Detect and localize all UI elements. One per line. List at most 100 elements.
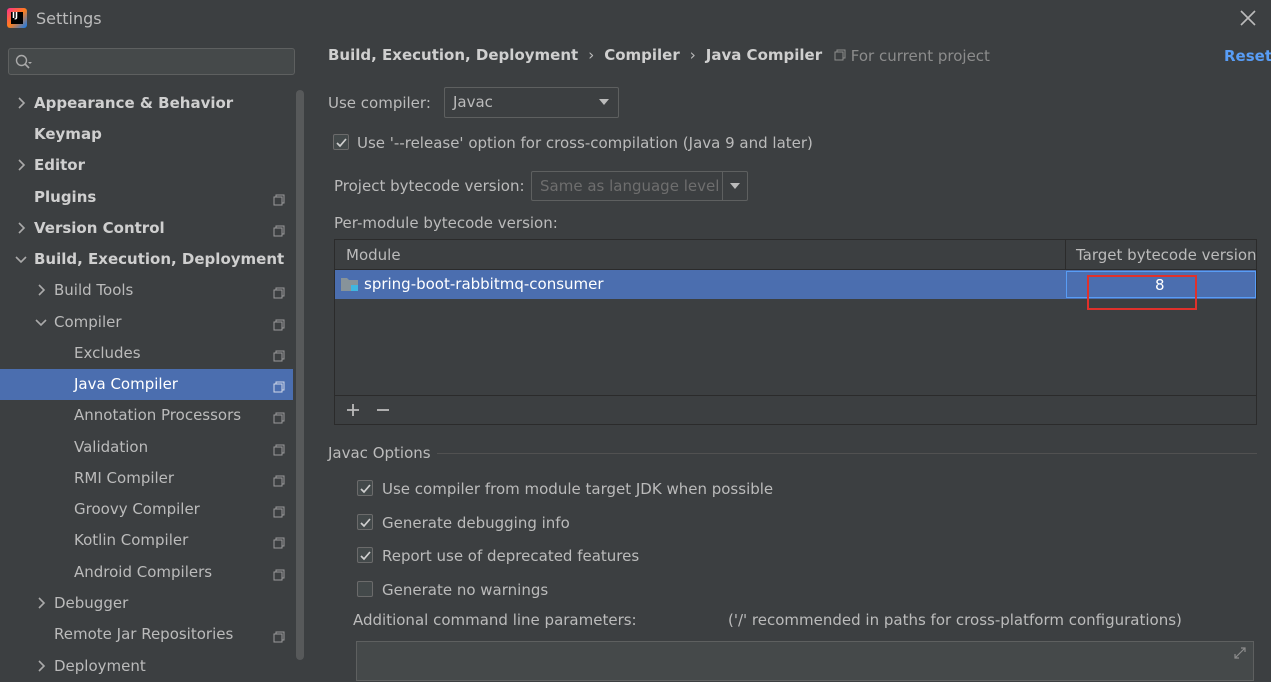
sidebar-item-editor[interactable]: Editor: [0, 150, 293, 181]
use-compiler-select[interactable]: Javac: [444, 87, 619, 118]
use-compiler-value: Javac: [453, 93, 493, 111]
sidebar-item-label: Editor: [34, 156, 85, 174]
additional-params-label: Additional command line parameters:: [353, 611, 637, 629]
sidebar-scrollbar[interactable]: [293, 88, 307, 662]
sidebar-item-label: Java Compiler: [74, 375, 178, 393]
chevron-right-icon[interactable]: [16, 221, 28, 235]
breadcrumb-separator: ›: [689, 46, 696, 64]
project-scope-icon: [273, 379, 285, 393]
column-header-label: Module: [346, 246, 401, 264]
sidebar-item-remote-jar-repositories[interactable]: Remote Jar Repositories: [0, 619, 293, 650]
scope-label: For current project: [850, 47, 990, 65]
sidebar-item-label: Android Compilers: [74, 563, 213, 581]
breadcrumb-item[interactable]: Build, Execution, Deployment: [328, 46, 578, 64]
javac-options-title: Javac Options: [328, 444, 431, 462]
sidebar-item-excludes[interactable]: Excludes: [0, 338, 293, 369]
chevron-right-icon[interactable]: [16, 158, 28, 172]
no-warnings-label[interactable]: Generate no warnings: [382, 581, 548, 599]
project-bytecode-select[interactable]: Same as language level: [531, 171, 748, 201]
sidebar-item-label: RMI Compiler: [74, 469, 175, 487]
sidebar-item-debugger[interactable]: Debugger: [0, 588, 293, 619]
chevron-down-icon[interactable]: [14, 252, 27, 266]
project-scope-icon: [273, 410, 285, 424]
reset-link[interactable]: Reset: [1224, 47, 1271, 65]
sidebar-item-annotation-processors[interactable]: Annotation Processors: [0, 400, 293, 431]
release-option-checkbox[interactable]: [333, 134, 349, 150]
expand-icon[interactable]: [1233, 646, 1247, 664]
additional-params-input[interactable]: [356, 641, 1254, 681]
scrollbar-thumb[interactable]: [296, 90, 304, 660]
sidebar-item-android-compilers[interactable]: Android Compilers: [0, 557, 293, 588]
column-header-module[interactable]: Module: [335, 240, 1066, 270]
sidebar-item-label: Kotlin Compiler: [74, 531, 189, 549]
sidebar-item-label: Plugins: [34, 188, 97, 206]
intellij-logo-icon: IJ: [7, 8, 27, 28]
project-scope-icon: [273, 317, 285, 331]
column-header-target-version[interactable]: Target bytecode version: [1066, 240, 1257, 270]
use-compiler-label: Use compiler:: [328, 94, 431, 112]
release-option-label[interactable]: Use '--release' option for cross-compila…: [357, 134, 813, 152]
project-scope-icon: [273, 473, 285, 487]
sidebar-item-keymap[interactable]: Keymap: [0, 119, 293, 150]
sidebar-item-validation[interactable]: Validation: [0, 432, 293, 463]
sidebar-item-build-tools[interactable]: Build Tools: [0, 275, 293, 306]
project-scope-icon: [273, 348, 285, 362]
per-module-label: Per-module bytecode version:: [334, 214, 558, 232]
search-icon: [15, 54, 32, 70]
sidebar-item-label: Compiler: [54, 313, 122, 331]
project-bytecode-value: Same as language level: [540, 177, 720, 195]
project-scope-icon: [273, 285, 285, 299]
breadcrumb-item[interactable]: Compiler: [604, 46, 680, 64]
column-header-label: Target bytecode version: [1076, 246, 1257, 264]
sidebar-item-rmi-compiler[interactable]: RMI Compiler: [0, 463, 293, 494]
no-warnings-checkbox[interactable]: [357, 581, 373, 597]
deprecated-features-checkbox[interactable]: [357, 547, 373, 563]
add-icon[interactable]: [343, 400, 363, 420]
dropdown-arrow-icon[interactable]: [730, 183, 740, 189]
chevron-right-icon[interactable]: [16, 96, 28, 110]
sidebar-item-java-compiler[interactable]: Java Compiler: [0, 369, 307, 400]
sidebar-item-groovy-compiler[interactable]: Groovy Compiler: [0, 494, 293, 525]
sidebar-item-compiler[interactable]: Compiler: [0, 307, 293, 338]
sidebar-item-label: Version Control: [34, 219, 165, 237]
sidebar-item-label: Appearance & Behavior: [34, 94, 234, 112]
search-input[interactable]: [37, 51, 291, 73]
sidebar-item-label: Keymap: [34, 125, 102, 143]
deprecated-features-label[interactable]: Report use of deprecated features: [382, 547, 639, 565]
project-scope-icon: [273, 629, 285, 643]
settings-sidebar: Appearance & Behavior Keymap Editor Plug…: [0, 36, 307, 675]
sidebar-item-label: Build, Execution, Deployment: [34, 250, 285, 268]
debugging-info-checkbox[interactable]: [357, 514, 373, 530]
sidebar-item-label: Validation: [74, 438, 149, 456]
sidebar-item-label: Remote Jar Repositories: [54, 625, 234, 643]
breadcrumb-separator: ›: [588, 46, 595, 64]
use-module-jdk-checkbox[interactable]: [357, 480, 373, 496]
title-bar: IJ Settings: [0, 0, 1271, 36]
sidebar-item-deployment[interactable]: Deployment: [0, 651, 293, 682]
debugging-info-label[interactable]: Generate debugging info: [382, 514, 570, 532]
chevron-right-icon[interactable]: [36, 596, 48, 610]
sidebar-item-appearance[interactable]: Appearance & Behavior: [0, 88, 293, 119]
chevron-right-icon[interactable]: [36, 659, 48, 673]
search-field[interactable]: [8, 48, 295, 75]
sidebar-item-kotlin-compiler[interactable]: Kotlin Compiler: [0, 525, 293, 556]
scope-indicator: For current project: [834, 47, 990, 65]
sidebar-item-plugins[interactable]: Plugins: [0, 182, 293, 213]
close-icon[interactable]: [1236, 6, 1260, 30]
project-scope-icon: [273, 442, 285, 456]
project-bytecode-label: Project bytecode version:: [334, 177, 525, 195]
remove-icon[interactable]: [373, 400, 393, 420]
sidebar-item-label: Debugger: [54, 594, 129, 612]
use-module-jdk-label[interactable]: Use compiler from module target JDK when…: [382, 480, 773, 498]
sidebar-item-build-execution-deployment[interactable]: Build, Execution, Deployment: [0, 244, 293, 275]
sidebar-item-label: Groovy Compiler: [74, 500, 200, 518]
module-name: spring-boot-rabbitmq-consumer: [364, 275, 604, 293]
sidebar-item-label: Deployment: [54, 657, 146, 675]
project-scope-icon: [273, 504, 285, 518]
chevron-down-icon[interactable]: [34, 315, 47, 329]
project-scope-icon: [273, 223, 285, 237]
sidebar-item-version-control[interactable]: Version Control: [0, 213, 293, 244]
chevron-right-icon[interactable]: [36, 283, 48, 297]
additional-params-hint: ('/' recommended in paths for cross-plat…: [728, 611, 1182, 629]
breadcrumb: Build, Execution, Deployment › Compiler › Ja…: [328, 46, 822, 64]
